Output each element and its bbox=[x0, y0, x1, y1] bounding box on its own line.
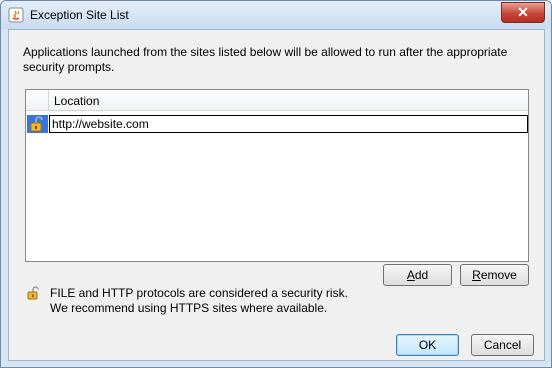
add-button[interactable]: Add bbox=[383, 264, 452, 286]
warning-line-2: We recommend using HTTPS sites where ava… bbox=[50, 301, 328, 315]
table-header: Location bbox=[26, 90, 528, 111]
dialog-content: Applications launched from the sites lis… bbox=[8, 29, 545, 361]
unlocked-padlock-warning-icon bbox=[27, 286, 39, 300]
location-column-header: Location bbox=[54, 94, 100, 108]
window-title: Exception Site List bbox=[30, 8, 129, 22]
unlocked-padlock-icon bbox=[30, 116, 43, 132]
ok-button[interactable]: OK bbox=[396, 334, 459, 356]
remove-button-label: emove bbox=[480, 268, 517, 282]
remove-button[interactable]: Remove bbox=[460, 264, 529, 286]
row-icon-cell bbox=[27, 115, 48, 133]
icon-column-header bbox=[26, 90, 49, 110]
add-button-label: dd bbox=[414, 268, 429, 282]
description-text: Applications launched from the sites lis… bbox=[23, 45, 508, 74]
add-button-mnemonic: A bbox=[406, 268, 415, 282]
close-icon: ✕ bbox=[517, 4, 529, 20]
location-cell-editor[interactable]: http://website.com bbox=[49, 115, 528, 133]
remove-button-mnemonic: R bbox=[472, 268, 481, 282]
warning-line-1: FILE and HTTP protocols are considered a… bbox=[50, 286, 348, 300]
close-button[interactable]: ✕ bbox=[501, 2, 545, 23]
site-list-table[interactable]: Location http://website.com bbox=[25, 89, 529, 262]
exception-site-list-dialog: Exception Site List ✕ Applications launc… bbox=[0, 0, 552, 368]
java-icon bbox=[8, 7, 24, 23]
table-row[interactable]: http://website.com bbox=[26, 115, 528, 134]
title-bar[interactable]: Exception Site List ✕ bbox=[1, 1, 551, 29]
cancel-button[interactable]: Cancel bbox=[471, 334, 534, 356]
security-warning: FILE and HTTP protocols are considered a… bbox=[50, 286, 348, 316]
